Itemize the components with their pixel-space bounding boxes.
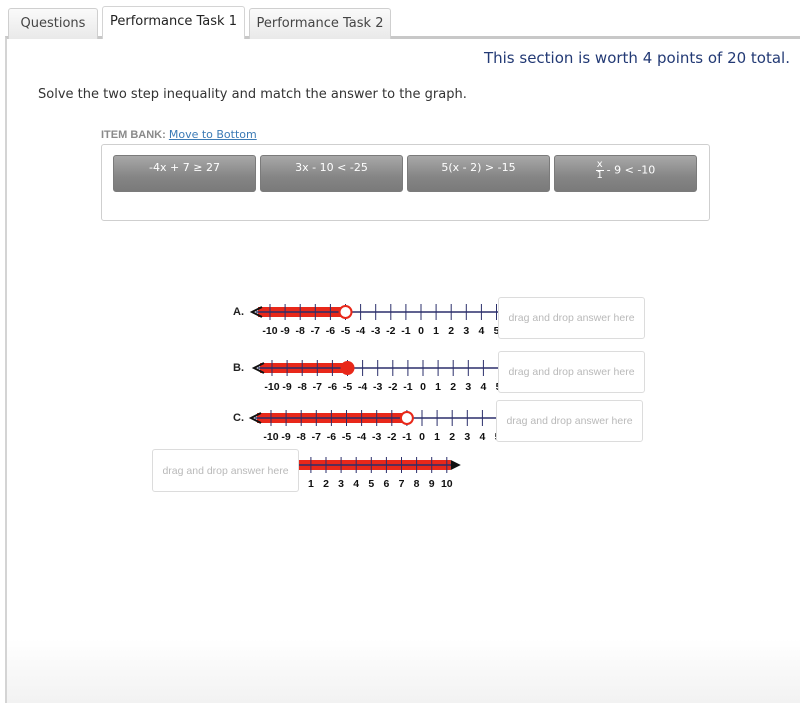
answer-chip[interactable]: -4x + 7 ≥ 27 [113,155,256,192]
item-bank-header: ITEM BANK: Move to Bottom [101,128,257,141]
tick-label: 3 [338,478,344,490]
move-to-bottom-link[interactable]: Move to Bottom [169,128,257,141]
arrow-right-icon [450,460,461,470]
tick-label: -3 [371,325,380,337]
tab-performance-task-2[interactable]: Performance Task 2 [249,8,391,39]
tick-label: 3 [463,325,469,337]
tick-label: -7 [313,381,322,393]
tick-label: -10 [264,381,279,393]
tick-label: -2 [387,431,396,443]
tick-label: 4 [353,478,359,490]
tick-label: 2 [323,478,329,490]
tick-label: -3 [372,431,381,443]
tick-label: 0 [418,325,424,337]
tick-label: 6 [383,478,389,490]
number-line-b: -10-9-8-7-6-5-4-3-2-1012345 [251,360,505,393]
tick-label: -9 [280,325,289,337]
answer-chip-text: - 9 < -10 [606,163,656,177]
tick-label: -4 [358,381,367,393]
instructions-text: Solve the two step inequality and match … [38,87,467,102]
tick-label: -10 [262,325,277,337]
tick-label: -5 [341,325,350,337]
tick-label: 9 [429,478,435,490]
tick-label: 5 [368,478,374,490]
tick-label: -9 [281,431,290,443]
tick-label: -2 [386,325,395,337]
answer-chip[interactable]: 3x - 10 < -25 [260,155,403,192]
item-bank: -4x + 7 ≥ 27 3x - 10 < -25 5(x - 2) > -1… [101,144,710,221]
tick-label: -8 [297,431,306,443]
graph-label-b: B. [233,362,244,374]
answer-chip[interactable]: 5(x - 2) > -15 [407,155,550,192]
tick-label: 4 [479,431,485,443]
tick-label: -6 [326,325,335,337]
fraction-denominator: 1 [596,170,603,181]
tick-label: -1 [402,431,411,443]
tick-label: 0 [419,431,425,443]
fraction: x 1 [595,160,604,181]
tick-label: -4 [356,325,365,337]
tab-performance-task-1[interactable]: Performance Task 1 [102,6,245,39]
tick-label: 7 [399,478,405,490]
tick-label: 2 [449,431,455,443]
tab-bar: Questions Performance Task 1 Performance… [8,6,395,39]
tick-label: -7 [311,325,320,337]
tick-label: -8 [298,381,307,393]
tick-label: -1 [403,381,412,393]
graph-label-a: A. [233,306,244,318]
tick-label: 2 [450,381,456,393]
number-line-a: -10 -9 -8 -7 -6 -5 -4 -3 -2 -1 0 1 2 3 4 5 [249,304,503,337]
tick-label: -6 [327,431,336,443]
open-point [338,305,353,319]
closed-point [340,361,355,375]
tick-label: 4 [478,325,484,337]
drop-zone-a[interactable]: drag and drop answer here [498,297,645,339]
tick-label: -10 [263,431,278,443]
tick-label: 8 [414,478,420,490]
drop-zone-d[interactable]: drag and drop answer here [152,449,299,492]
tick-label: 1 [435,381,441,393]
drop-zone-c[interactable]: drag and drop answer here [496,400,643,442]
tick-label: -1 [401,325,410,337]
answer-chip[interactable]: x 1 - 9 < -10 [554,155,697,192]
tick-label: -5 [342,431,351,443]
tick-label: 0 [420,381,426,393]
tick-label: 10 [441,478,453,490]
tick-label: -2 [388,381,397,393]
graph-label-c: C. [233,412,244,424]
tick-label: 2 [448,325,454,337]
tick-label: 3 [464,431,470,443]
tick-label: 1 [434,431,440,443]
tick-label: 4 [480,381,486,393]
tick-label: -7 [312,431,321,443]
tick-label: -4 [357,431,366,443]
tick-label: 3 [465,381,471,393]
tick-label: 1 [433,325,439,337]
tick-label: -5 [343,381,352,393]
tab-questions[interactable]: Questions [8,8,98,39]
tick-label: -8 [296,325,305,337]
tick-label: -9 [282,381,291,393]
item-bank-label: ITEM BANK: [101,129,166,141]
tick-label: -6 [328,381,337,393]
open-point [399,411,414,425]
drop-zone-b[interactable]: drag and drop answer here [498,351,645,393]
number-line-c: -10-9-8-7-6-5-4-3-2-1012345 [248,410,504,443]
tick-label: -3 [373,381,382,393]
section-worth-text: This section is worth 4 points of 20 tot… [483,49,790,67]
tick-label: 1 [308,478,314,490]
